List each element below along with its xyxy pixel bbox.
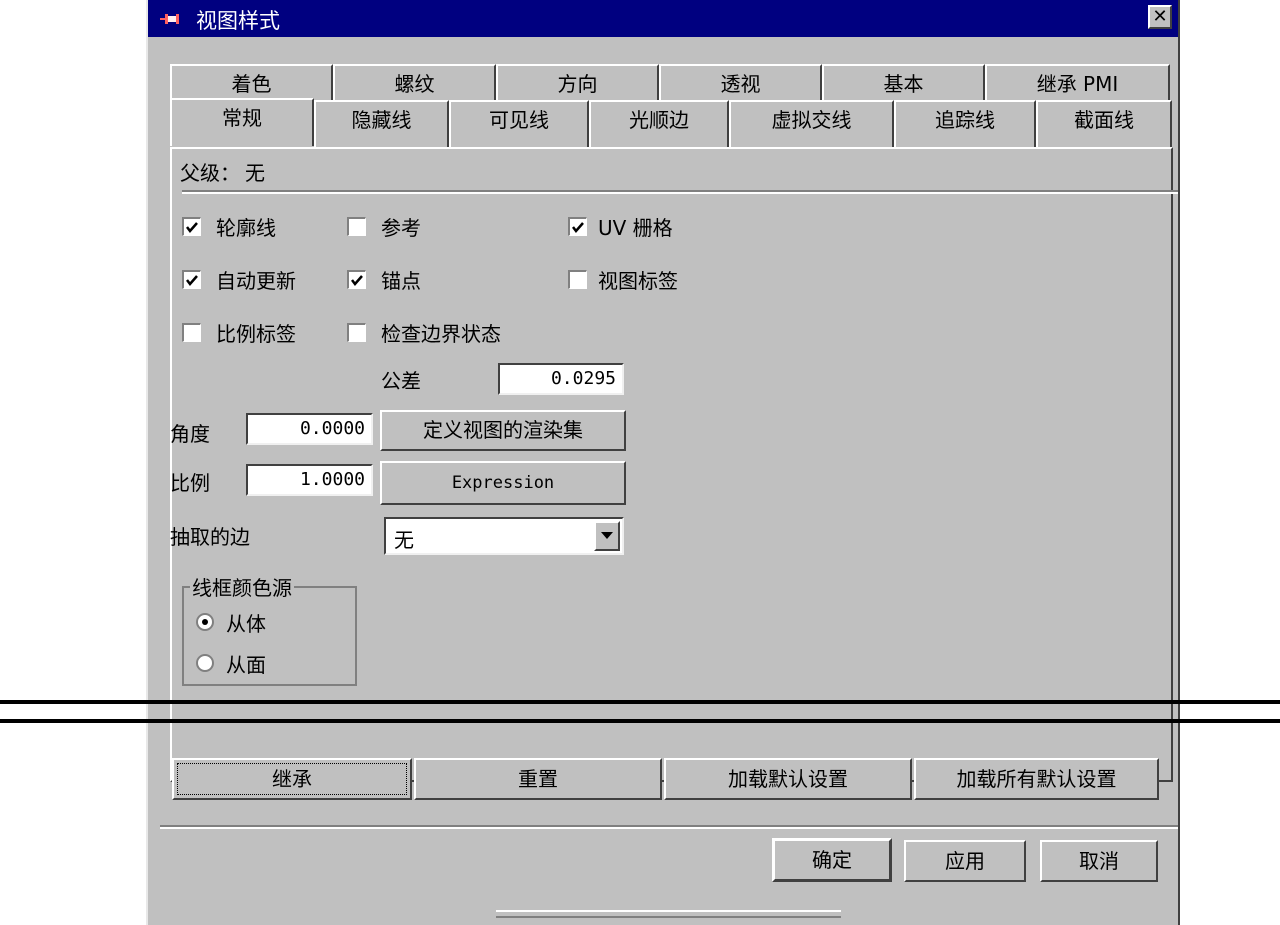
overlay-line-bottom	[0, 719, 1280, 723]
title-bar[interactable]: 视图样式 ✕	[148, 0, 1178, 37]
extracted-edges-value: 无	[394, 528, 414, 552]
tab-row-front: 常规 隐藏线 可见线 光顺边 虚拟交线 追踪线 截面线	[170, 98, 1172, 150]
window-title: 视图样式	[196, 9, 280, 33]
parent-label: 父级：	[180, 161, 240, 185]
uv-grid-label: UV 栅格	[598, 216, 673, 240]
tab-visible-lines[interactable]: 可见线	[449, 100, 589, 148]
section-divider	[182, 190, 1178, 194]
tab-basic[interactable]: 基本	[822, 64, 985, 102]
tolerance-input[interactable]: 0.0295	[498, 363, 624, 395]
angle-input[interactable]: 0.0000	[246, 413, 373, 445]
scale-label-checkbox[interactable]	[182, 323, 201, 342]
apply-button[interactable]: 应用	[904, 840, 1026, 882]
chevron-down-icon	[601, 532, 613, 539]
extracted-edges-label: 抽取的边	[170, 525, 250, 549]
angle-label: 角度	[170, 422, 210, 446]
close-button[interactable]: ✕	[1148, 5, 1172, 29]
reference-label: 参考	[381, 216, 421, 240]
tab-section-lines[interactable]: 截面线	[1036, 100, 1172, 148]
tab-hidden-lines[interactable]: 隐藏线	[314, 100, 449, 148]
tab-trace-lines[interactable]: 追踪线	[894, 100, 1036, 148]
check-boundary-checkbox[interactable]	[347, 323, 366, 342]
from-body-radio[interactable]	[196, 613, 214, 631]
from-face-label: 从面	[226, 653, 266, 677]
load-defaults-button[interactable]: 加载默认设置	[664, 758, 912, 800]
overlay-line-top	[0, 700, 1280, 704]
close-icon: ✕	[1152, 6, 1168, 27]
check-boundary-label: 检查边界状态	[381, 322, 501, 346]
tab-inherit-pmi[interactable]: 继承 PMI	[985, 64, 1170, 102]
scale-label-label: 比例标签	[216, 322, 296, 346]
tab-shading[interactable]: 着色	[170, 64, 333, 102]
silhouettes-label: 轮廓线	[216, 216, 276, 240]
silhouettes-checkbox[interactable]	[182, 217, 201, 236]
extracted-edges-select[interactable]: 无	[384, 517, 624, 555]
tab-row-back: 着色 螺纹 方向 透视 基本 继承 PMI	[170, 64, 1170, 102]
footer-divider	[160, 825, 1178, 829]
parent-value: 无	[245, 161, 265, 185]
tab-virtual-intersections[interactable]: 虚拟交线	[729, 100, 894, 148]
define-render-set-button[interactable]: 定义视图的渲染集	[380, 410, 626, 451]
load-all-defaults-button[interactable]: 加载所有默认设置	[914, 758, 1159, 800]
from-face-radio[interactable]	[196, 654, 214, 672]
tolerance-label: 公差	[381, 369, 421, 393]
view-style-dialog: 视图样式 ✕ 着色 螺纹 方向 透视 基本 继承 PMI 常规 隐藏线 可见线 …	[146, 0, 1180, 925]
wireframe-group-legend: 线框颜色源	[190, 572, 294, 601]
anchor-label: 锚点	[381, 269, 421, 293]
auto-update-checkbox[interactable]	[182, 270, 201, 289]
dropdown-button[interactable]	[594, 521, 620, 551]
reference-checkbox[interactable]	[347, 217, 366, 236]
tab-perspective[interactable]: 透视	[659, 64, 822, 102]
tab-orientation[interactable]: 方向	[496, 64, 659, 102]
expression-button[interactable]: Expression	[380, 461, 626, 505]
tab-smooth-edges[interactable]: 光顺边	[589, 100, 729, 148]
from-body-label: 从体	[226, 612, 266, 636]
auto-update-label: 自动更新	[216, 269, 296, 293]
cancel-button[interactable]: 取消	[1040, 840, 1158, 882]
anchor-checkbox[interactable]	[347, 270, 366, 289]
scale-input[interactable]: 1.0000	[246, 464, 373, 496]
tab-thread[interactable]: 螺纹	[333, 64, 496, 102]
inherit-button[interactable]: 继承	[172, 758, 412, 800]
ok-button[interactable]: 确定	[772, 838, 892, 882]
reset-button[interactable]: 重置	[414, 758, 662, 800]
tab-general[interactable]: 常规	[170, 98, 314, 146]
view-label-label: 视图标签	[598, 269, 678, 293]
scale-label: 比例	[170, 471, 210, 495]
resize-grip[interactable]	[496, 910, 841, 918]
view-label-checkbox[interactable]	[568, 270, 587, 289]
pin-icon[interactable]	[160, 9, 180, 29]
uv-grid-checkbox[interactable]	[568, 217, 587, 236]
